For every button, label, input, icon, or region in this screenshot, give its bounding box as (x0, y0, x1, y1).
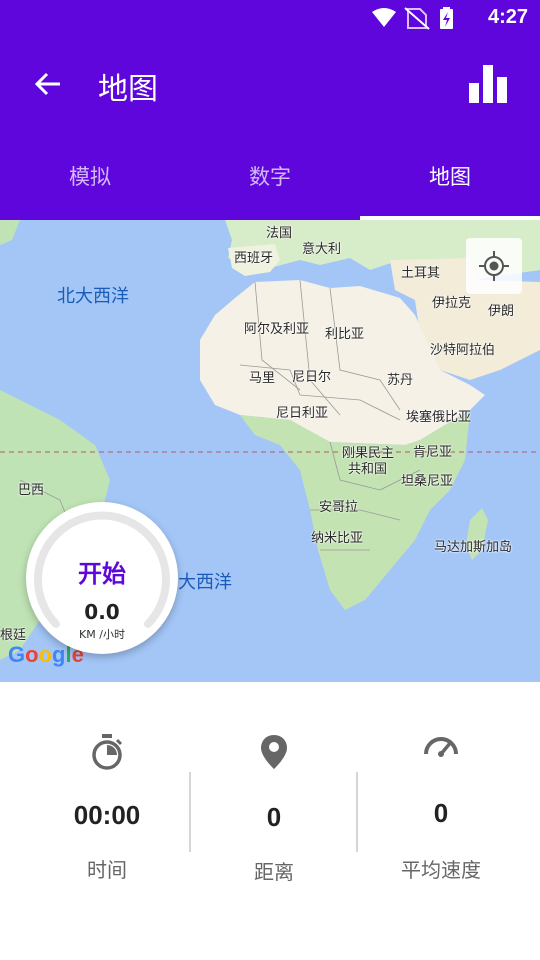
map-label-namibia: 纳米比亚 (311, 531, 364, 546)
stat-time-value: 00:00 (73, 800, 141, 830)
map-label-argentina: 根廷 (0, 628, 27, 643)
stopwatch-icon (92, 734, 123, 770)
stats-panel: 00:00 时间 0 距离 0 平均速度 (0, 682, 540, 960)
arrow-back-icon (34, 72, 60, 96)
status-icons (370, 6, 470, 30)
tab-map[interactable]: 地图 (360, 132, 540, 220)
status-bar: 4:27 (0, 0, 540, 36)
page-title: 地图 (98, 72, 158, 107)
app-bar: 地图 (0, 36, 540, 132)
wifi-icon (372, 8, 396, 27)
map-label-madagascar: 马达加斯加岛 (434, 540, 513, 555)
map-label-algeria: 阿尔及利亚 (244, 322, 310, 337)
tab-bar: 模拟 数字 地图 (0, 132, 540, 220)
map-label-mali: 马里 (249, 371, 276, 386)
no-sim-icon (404, 7, 430, 30)
map-label-iran: 伊朗 (488, 304, 515, 319)
map-label-saudi-arabia: 沙特阿拉伯 (430, 343, 496, 358)
stat-distance-value: 0 (266, 802, 282, 832)
location-pin-icon (261, 735, 287, 769)
map-label-italy: 意大利 (302, 242, 342, 257)
speed-gauge-icon (424, 737, 458, 757)
map-label-nigeria: 尼日利亚 (276, 406, 329, 421)
tab-digital[interactable]: 数字 (180, 132, 360, 220)
map-label-drc-line2: 共和国 (348, 462, 388, 477)
map-label-france: 法国 (266, 226, 293, 241)
tab-map-label: 地图 (429, 165, 471, 189)
status-time: 4:27 (487, 6, 528, 28)
map-label-brazil: 巴西 (18, 483, 45, 498)
map-label-angola: 安哥拉 (319, 500, 359, 515)
statistics-button[interactable] (462, 58, 514, 110)
map-label-libya: 利比亚 (325, 327, 365, 342)
map-label-niger: 尼日尔 (292, 370, 332, 385)
speedometer-start-button[interactable]: 开始 0.0 KM /小时 (26, 502, 178, 654)
back-button[interactable] (22, 58, 74, 110)
map-label-north-atlantic: 北大西洋 (57, 286, 129, 307)
stat-time-label: 时间 (87, 858, 127, 882)
map-label-iraq: 伊拉克 (432, 296, 472, 311)
map-label-atlantic: 大西洋 (178, 572, 232, 593)
map-label-sudan: 苏丹 (387, 373, 414, 388)
stat-distance: 0 距离 (184, 682, 364, 960)
my-location-button[interactable] (466, 238, 522, 294)
tab-analog-label: 模拟 (69, 165, 111, 189)
my-location-icon (479, 251, 509, 281)
bar-chart-icon (469, 65, 507, 103)
map-label-spain: 西班牙 (234, 251, 274, 266)
map-label-kenya: 肯尼亚 (413, 445, 453, 460)
speed-unit: KM /小时 (79, 628, 125, 641)
map-label-ethiopia: 埃塞俄比亚 (406, 410, 472, 425)
start-label: 开始 (78, 560, 126, 588)
map-label-turkey: 土耳其 (401, 266, 441, 281)
stat-average-speed-value: 0 (433, 798, 449, 828)
map-label-tanzania: 坦桑尼亚 (401, 474, 454, 489)
tab-digital-label: 数字 (249, 165, 291, 189)
battery-charging-icon (440, 7, 453, 29)
current-speed: 0.0 (84, 600, 120, 624)
top-app-bar: 4:27 地图 模拟 数字 地图 (0, 0, 540, 220)
stat-time: 00:00 时间 (17, 682, 197, 960)
tab-analog[interactable]: 模拟 (0, 132, 180, 220)
stat-average-speed-label: 平均速度 (401, 858, 481, 882)
stat-average-speed: 0 平均速度 (351, 682, 531, 960)
stat-distance-label: 距离 (254, 860, 294, 884)
